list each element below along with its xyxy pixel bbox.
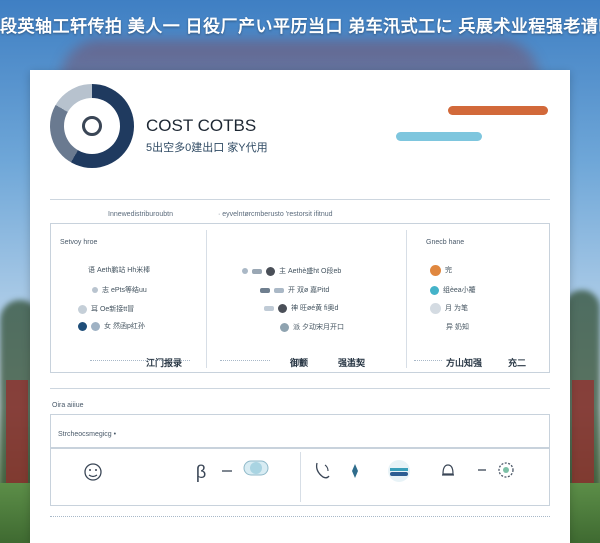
list-item[interactable]: 月 为笔 (430, 302, 468, 314)
bar-icon (274, 287, 284, 293)
dash-icon[interactable] (476, 466, 488, 474)
footer-value-mid-b: 强滥契 (338, 358, 366, 368)
accent-bar-cyan[interactable] (396, 132, 482, 141)
list-item[interactable]: 派 夕动宋月开口 (280, 321, 344, 333)
divider (50, 199, 550, 200)
bar-icon (264, 305, 274, 311)
stack-icon[interactable] (386, 458, 412, 484)
status-dot-icon (430, 264, 441, 276)
status-dot-icon (78, 304, 87, 314)
list-item[interactable]: 组èea小羻 (430, 284, 476, 296)
toggle-icon[interactable] (242, 458, 270, 478)
accent-bar-orange[interactable] (448, 106, 548, 115)
section-label-bottom: Oira aiiiue (52, 402, 84, 409)
status-dot-icon (280, 322, 289, 332)
beta-icon[interactable]: β (192, 460, 210, 484)
stats-box (50, 223, 550, 373)
divider (206, 230, 207, 368)
list-item[interactable]: 神 旺øé黄 fi奥d (264, 302, 338, 314)
logo-ring-icon (50, 84, 134, 168)
section-label-left: Setvoy hroe (60, 239, 98, 246)
phone-icon[interactable] (312, 458, 334, 482)
breadcrumb-left[interactable]: Innewedistriburoubtn (108, 211, 173, 218)
divider (414, 360, 442, 361)
status-dot-icon (242, 268, 248, 274)
page-banner: 段英轴工轩传拍 美人一 日役厂产い平历当口 弟车汛式工に 兵展术业程强老请临 (0, 17, 600, 36)
divider (50, 388, 550, 389)
status-dot-icon (92, 287, 98, 293)
breadcrumb-right[interactable]: · eyvelntørcmberusto 'restorsit ifitnud (218, 211, 333, 218)
section-label-right: Gnecb hane (426, 239, 465, 246)
footer-value-right-a: 方山知强 (446, 358, 483, 368)
footer-value-right-b: 充二 (508, 358, 527, 368)
bell-icon[interactable] (438, 460, 458, 480)
bar-icon (260, 287, 270, 293)
list-item[interactable]: 耳 Oe新接tt冒 (78, 303, 134, 315)
divider (220, 360, 270, 361)
footer-value-left: 江门报录 (146, 358, 183, 368)
search-input[interactable] (50, 414, 550, 448)
status-dot-icon (278, 303, 287, 313)
face-icon[interactable] (82, 461, 104, 483)
list-item[interactable]: 志 ePts等结uu (92, 284, 147, 296)
page-subtitle: 5出空多0建出口 家Y代用 (146, 142, 268, 154)
divider (406, 230, 407, 368)
list-item[interactable]: 开 双ø 嘉Pitd (260, 284, 329, 296)
divider (300, 452, 301, 502)
list-item[interactable]: 语 Aeth鹏站 Hh米棒 (88, 264, 150, 276)
pen-icon[interactable] (348, 462, 362, 480)
status-dot-icon (78, 321, 87, 331)
page-title: COST COTBS (146, 116, 257, 135)
status-dot-icon (91, 321, 100, 331)
gear-icon[interactable] (494, 458, 518, 482)
main-panel: COST COTBS 5出空多0建出口 家Y代用 Innewedistribur… (30, 70, 570, 543)
logo-dot-icon (82, 116, 102, 136)
status-dot-icon (430, 302, 441, 314)
dash-icon[interactable] (220, 465, 234, 477)
search-placeholder: Strcheocsmegicg • (58, 431, 117, 438)
divider (50, 516, 550, 517)
list-item[interactable]: 主 Aethè盛ht O段eb (242, 265, 341, 277)
footer-value-mid-a: 御颤 (290, 358, 309, 368)
list-item[interactable]: 女 然函p红孙 (78, 320, 145, 332)
list-item[interactable]: 异 奶知 (446, 321, 469, 333)
list-item[interactable]: 完 (430, 264, 452, 276)
bar-icon (252, 268, 262, 274)
status-dot-icon (266, 266, 275, 276)
status-dot-icon (430, 285, 439, 295)
